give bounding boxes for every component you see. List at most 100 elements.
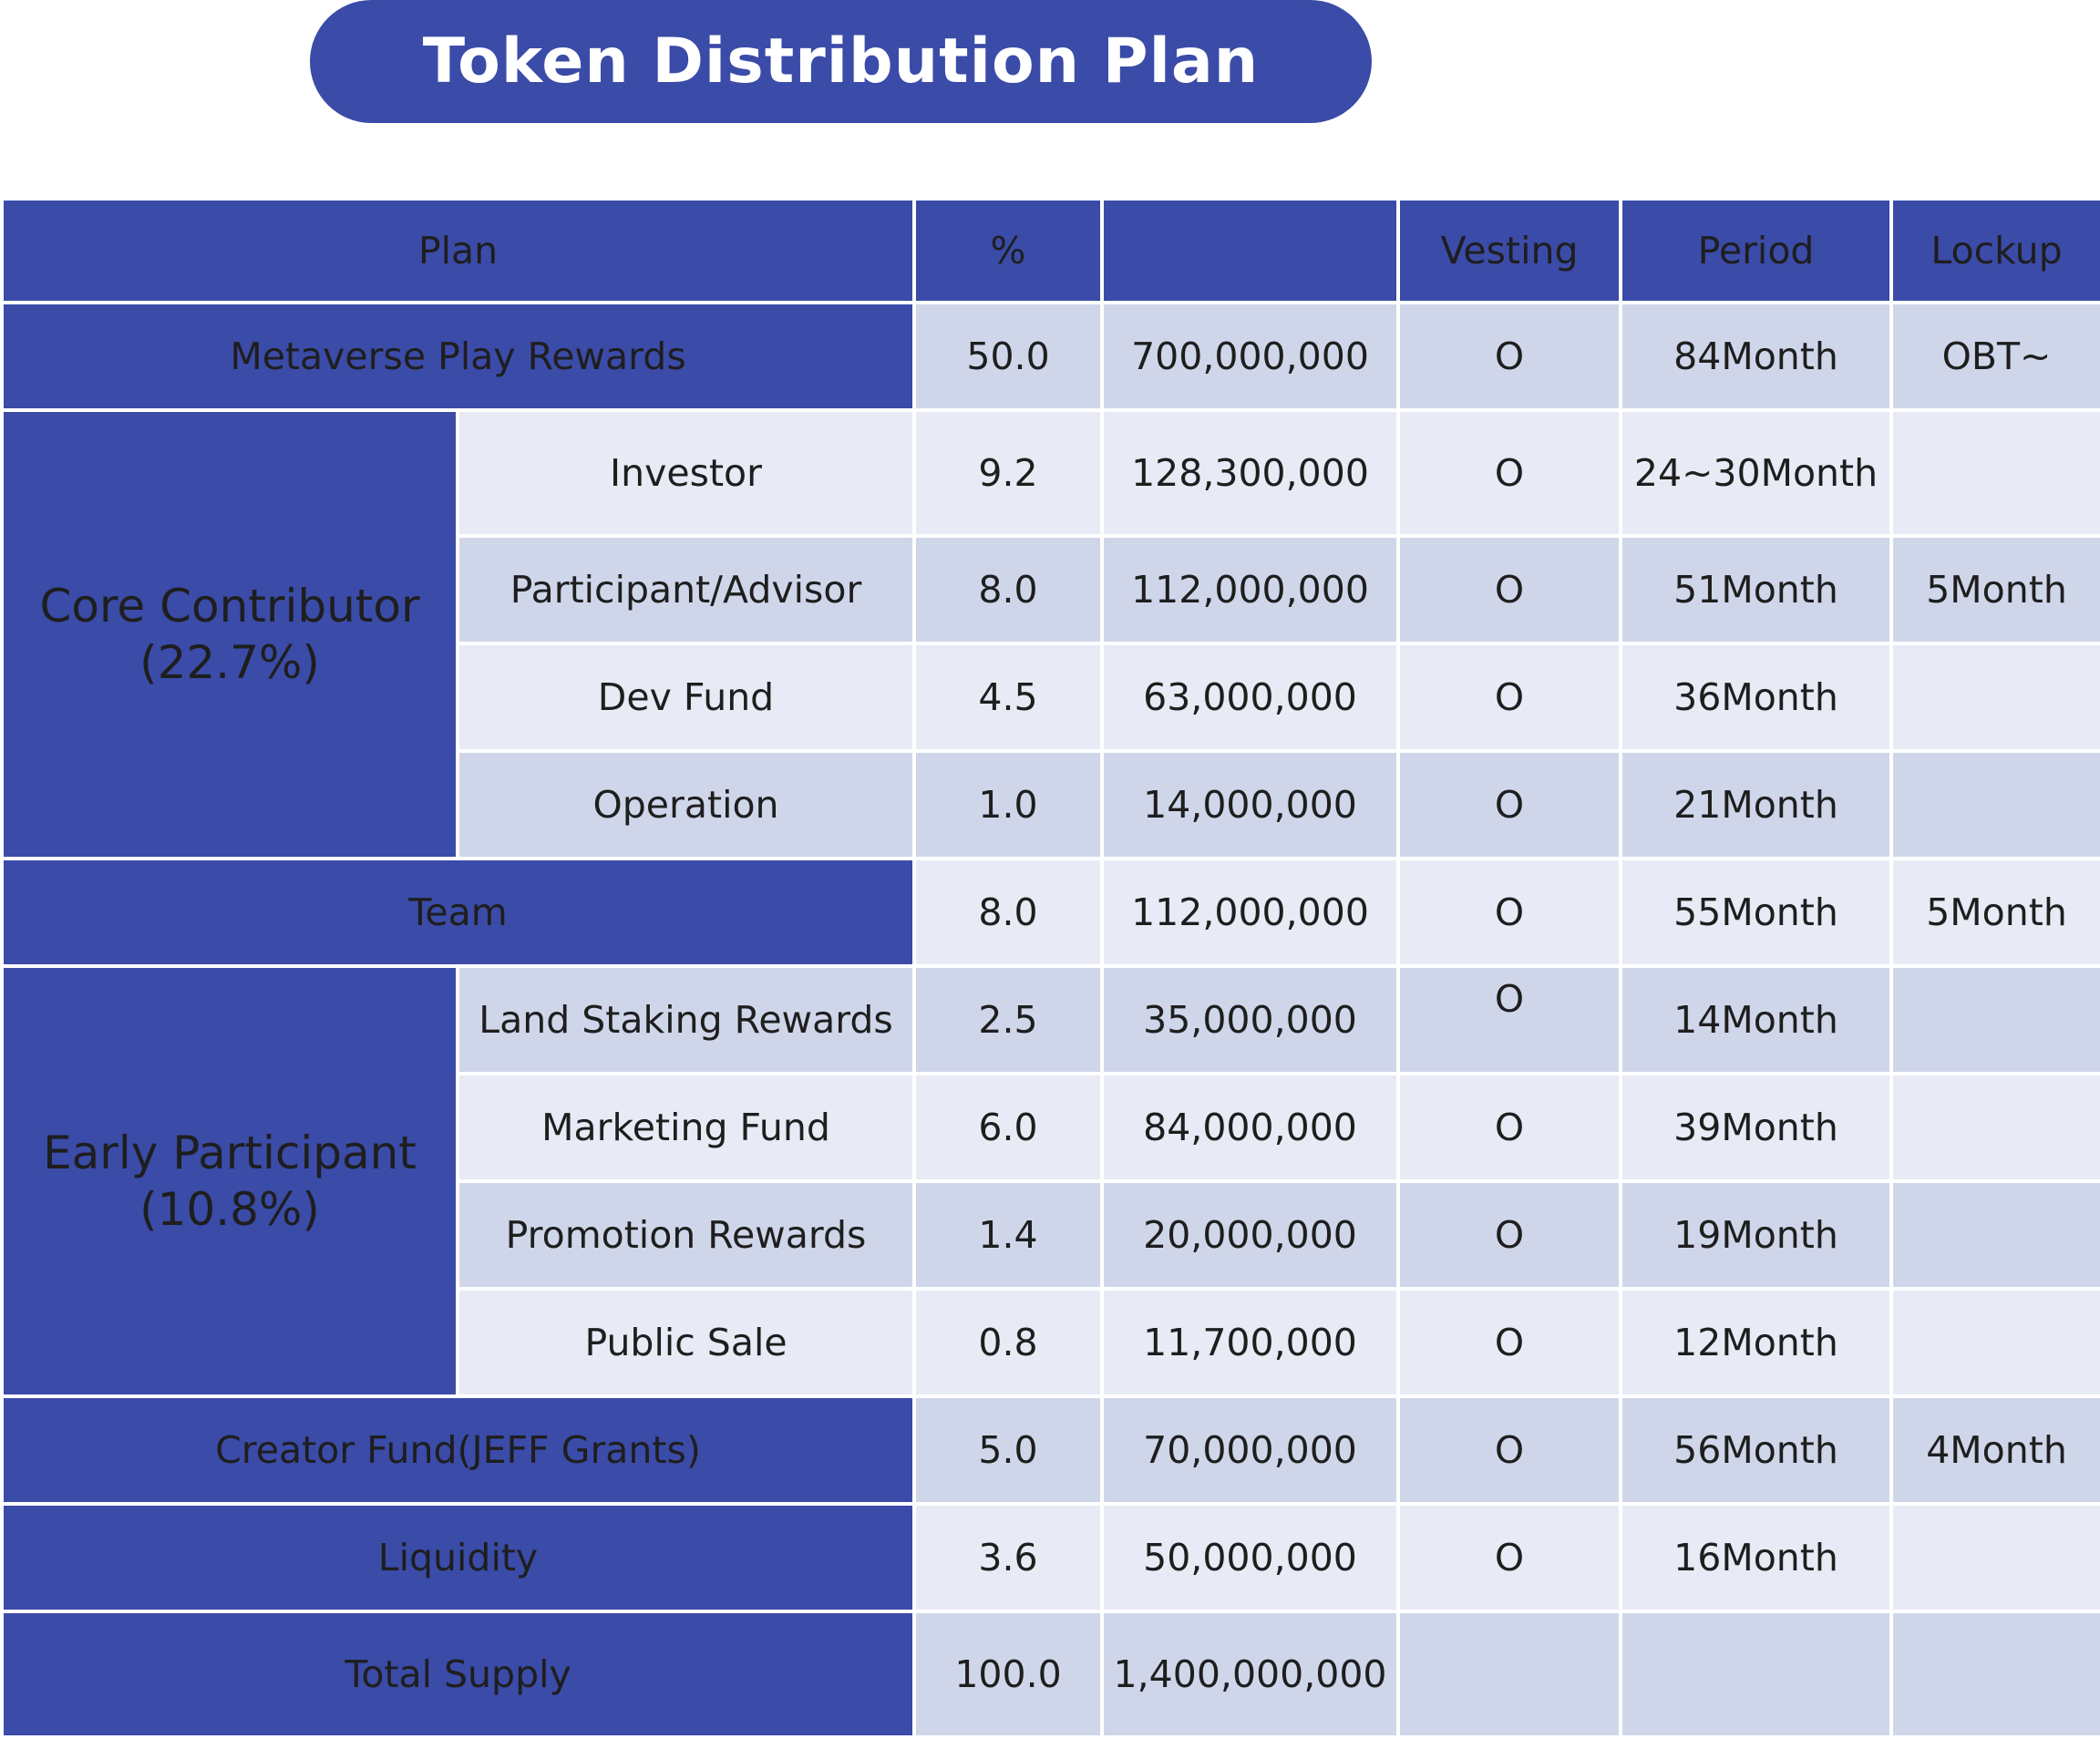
lockup-cell (1893, 1075, 2100, 1179)
group-label-line: Early Participant (43, 1127, 417, 1179)
table-row-investor: Core Contributor (22.7%) Investor 9.2 12… (4, 412, 2100, 857)
period-cell: 39Month (1622, 1075, 1890, 1179)
amount-cell: 11,700,000 (1104, 1291, 1397, 1394)
vesting-cell: O (1400, 1291, 1620, 1394)
header-plan: Plan (4, 201, 913, 301)
vesting-cell: O (1400, 753, 1620, 857)
row-label: Investor (459, 412, 913, 534)
vesting-cell: O (1400, 1398, 1620, 1502)
vesting-cell: O (1400, 1183, 1620, 1287)
group-label-percent: (22.7%) (139, 636, 320, 689)
period-cell: 55Month (1622, 860, 1890, 964)
amount-cell: 35,000,000 (1104, 968, 1397, 1072)
lockup-cell (1893, 968, 2100, 1072)
amount-cell: 63,000,000 (1104, 645, 1397, 749)
percent-cell: 6.0 (916, 1075, 1101, 1179)
percent-cell: 8.0 (916, 538, 1101, 642)
amount-cell: 700,000,000 (1104, 304, 1397, 408)
vesting-cell: O (1400, 860, 1620, 964)
header-period: Period (1622, 201, 1890, 301)
percent-cell: 50.0 (916, 304, 1101, 408)
amount-cell: 112,000,000 (1104, 860, 1397, 964)
period-cell (1622, 1613, 1890, 1735)
row-label: Dev Fund (459, 645, 913, 749)
percent-cell: 4.5 (916, 645, 1101, 749)
amount-cell: 1,400,000,000 (1104, 1613, 1397, 1735)
header-lockup: Lockup (1893, 201, 2100, 301)
percent-cell: 3.6 (916, 1506, 1101, 1610)
vesting-cell: O (1400, 968, 1620, 1072)
percent-cell: 0.8 (916, 1291, 1101, 1394)
row-label: Team (4, 860, 913, 964)
amount-cell: 50,000,000 (1104, 1506, 1397, 1610)
vesting-cell: O (1400, 412, 1620, 534)
header-amount (1104, 201, 1397, 301)
table-row-liquidity: Liquidity 3.6 50,000,000 O 16Month (4, 1506, 2100, 1610)
group-label-percent: (10.8%) (139, 1183, 320, 1236)
group-label-line: Core Contributor (39, 580, 420, 633)
group-label-core-contributor: Core Contributor (22.7%) (4, 412, 456, 857)
period-cell: 84Month (1622, 304, 1890, 408)
amount-cell: 70,000,000 (1104, 1398, 1397, 1502)
row-label: Promotion Rewards (459, 1183, 913, 1287)
lockup-cell: 4Month (1893, 1398, 2100, 1502)
percent-cell: 9.2 (916, 412, 1101, 534)
amount-cell: 14,000,000 (1104, 753, 1397, 857)
percent-cell: 5.0 (916, 1398, 1101, 1502)
header-percent: % (916, 201, 1101, 301)
vesting-cell: O (1400, 304, 1620, 408)
lockup-cell: 5Month (1893, 860, 2100, 964)
lockup-cell (1893, 1506, 2100, 1610)
amount-cell: 128,300,000 (1104, 412, 1397, 534)
period-cell: 19Month (1622, 1183, 1890, 1287)
percent-cell: 100.0 (916, 1613, 1101, 1735)
period-cell: 56Month (1622, 1398, 1890, 1502)
row-label: Metaverse Play Rewards (4, 304, 913, 408)
table-row-metaverse: Metaverse Play Rewards 50.0 700,000,000 … (4, 304, 2100, 408)
table-row-land-staking: Early Participant (10.8%) Land Staking R… (4, 968, 2100, 1394)
lockup-cell (1893, 753, 2100, 857)
amount-cell: 112,000,000 (1104, 538, 1397, 642)
period-cell: 12Month (1622, 1291, 1890, 1394)
lockup-cell (1893, 1613, 2100, 1735)
lockup-cell: OBT~ (1893, 304, 2100, 408)
row-label: Creator Fund(JEFF Grants) (4, 1398, 913, 1502)
period-cell: 14Month (1622, 968, 1890, 1072)
row-label: Marketing Fund (459, 1075, 913, 1179)
period-cell: 24~30Month (1622, 412, 1890, 534)
lockup-cell (1893, 412, 2100, 534)
lockup-cell (1893, 1291, 2100, 1394)
amount-cell: 20,000,000 (1104, 1183, 1397, 1287)
row-label: Liquidity (4, 1506, 913, 1610)
row-label: Operation (459, 753, 913, 857)
token-distribution-table: Plan % Vesting Period Lockup Metaverse P… (0, 197, 2100, 1739)
percent-cell: 8.0 (916, 860, 1101, 964)
page-title: Token Distribution Plan (310, 0, 1372, 123)
lockup-cell (1893, 1183, 2100, 1287)
period-cell: 16Month (1622, 1506, 1890, 1610)
row-label: Participant/Advisor (459, 538, 913, 642)
vesting-cell: O (1400, 538, 1620, 642)
vesting-cell: O (1400, 1506, 1620, 1610)
percent-cell: 1.0 (916, 753, 1101, 857)
table-row-team: Team 8.0 112,000,000 O 55Month 5Month (4, 860, 2100, 964)
table-row-total-supply: Total Supply 100.0 1,400,000,000 (4, 1613, 2100, 1735)
lockup-cell: 5Month (1893, 538, 2100, 642)
amount-cell: 84,000,000 (1104, 1075, 1397, 1179)
vesting-cell (1400, 1613, 1620, 1735)
period-cell: 51Month (1622, 538, 1890, 642)
lockup-cell (1893, 645, 2100, 749)
table-row-creator-fund: Creator Fund(JEFF Grants) 5.0 70,000,000… (4, 1398, 2100, 1502)
vesting-cell: O (1400, 645, 1620, 749)
row-label: Land Staking Rewards (459, 968, 913, 1072)
percent-cell: 2.5 (916, 968, 1101, 1072)
row-label: Public Sale (459, 1291, 913, 1394)
table-header-row: Plan % Vesting Period Lockup (4, 201, 2100, 301)
period-cell: 21Month (1622, 753, 1890, 857)
vesting-cell: O (1400, 1075, 1620, 1179)
header-vesting: Vesting (1400, 201, 1620, 301)
row-label: Total Supply (4, 1613, 913, 1735)
group-label-early-participant: Early Participant (10.8%) (4, 968, 456, 1394)
period-cell: 36Month (1622, 645, 1890, 749)
percent-cell: 1.4 (916, 1183, 1101, 1287)
